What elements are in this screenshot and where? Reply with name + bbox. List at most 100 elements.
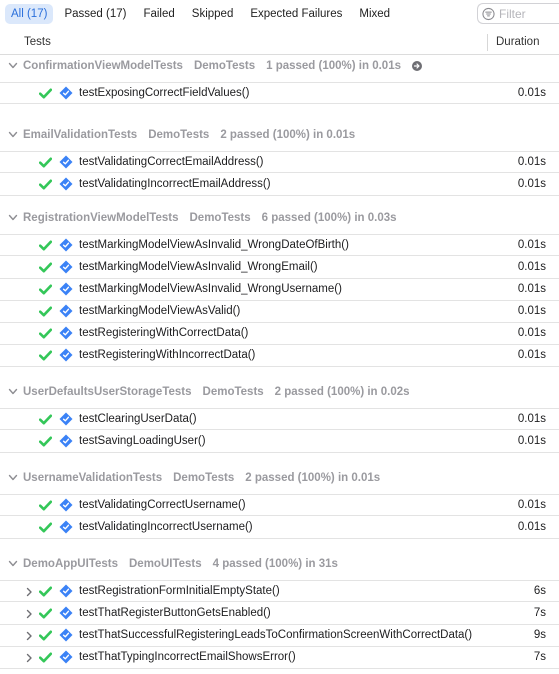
chevron-down-icon[interactable] <box>8 386 18 398</box>
jump-to-icon[interactable] <box>412 61 422 71</box>
chevron-right-icon[interactable] <box>24 652 34 664</box>
test-case-icon[interactable] <box>59 650 73 664</box>
filter-field[interactable] <box>477 3 559 24</box>
test-case-icon[interactable] <box>59 348 73 362</box>
test-case-icon[interactable] <box>59 520 73 534</box>
passed-check-icon <box>38 178 53 191</box>
passed-check-icon <box>38 156 53 169</box>
passed-check-icon <box>38 413 53 426</box>
test-row[interactable]: testRegisteringWithIncorrectData() 0.01s <box>0 345 559 367</box>
test-case-icon[interactable] <box>59 260 73 274</box>
test-case-icon[interactable] <box>59 304 73 318</box>
tab-expected-failures[interactable]: Expected Failures <box>244 4 348 24</box>
test-group-header[interactable]: RegistrationViewModelTests DemoTests 6 pas… <box>0 208 559 230</box>
column-divider[interactable] <box>487 34 488 51</box>
passed-check-icon <box>38 521 53 534</box>
test-row[interactable]: testValidatingCorrectEmailAddress() 0.01s <box>0 151 559 173</box>
test-name: testExposingCorrectFieldValues() <box>79 87 250 99</box>
test-case-icon[interactable] <box>59 282 73 296</box>
test-duration: 0.01s <box>517 305 546 317</box>
test-case-icon[interactable] <box>59 628 73 642</box>
test-name: testMarkingModelViewAsValid() <box>79 305 241 317</box>
filter-bar: All (17) Passed (17) Failed Skipped Expe… <box>0 0 559 28</box>
test-row[interactable]: testValidatingIncorrectUsername() 0.01s <box>0 517 559 539</box>
filter-icon <box>482 7 495 20</box>
test-row[interactable]: testMarkingModelViewAsValid() 0.01s <box>0 301 559 323</box>
test-group-header[interactable]: EmailValidationTests DemoTests 2 passed (1… <box>0 125 559 147</box>
test-name: testThatTypingIncorrectEmailShowsError() <box>79 651 296 663</box>
test-case-icon[interactable] <box>59 434 73 448</box>
test-name: testMarkingModelViewAsInvalid_WrongUsern… <box>79 283 342 295</box>
test-row[interactable]: testMarkingModelViewAsInvalid_WrongDateO… <box>0 234 559 256</box>
passed-check-icon <box>38 305 53 318</box>
test-group-title: EmailValidationTests DemoTests 2 passed (1… <box>23 129 355 141</box>
test-row[interactable]: testRegistrationFormInitialEmptyState() 6… <box>0 580 559 602</box>
test-row[interactable]: testThatTypingIncorrectEmailShowsError()… <box>0 647 559 669</box>
test-row[interactable]: testRegisteringWithCorrectData() 0.01s <box>0 323 559 345</box>
test-name: testRegistrationFormInitialEmptyState() <box>79 585 280 597</box>
chevron-right-icon[interactable] <box>24 630 34 642</box>
test-name: testThatRegisterButtonGetsEnabled() <box>79 607 271 619</box>
test-duration: 0.01s <box>517 261 546 273</box>
tab-all[interactable]: All (17) <box>5 4 54 24</box>
test-target-name: DemoTests <box>189 212 251 224</box>
tab-skipped[interactable]: Skipped <box>186 4 240 24</box>
passed-check-icon <box>38 261 53 274</box>
test-row[interactable]: testMarkingModelViewAsInvalid_WrongUsern… <box>0 279 559 301</box>
chevron-right-icon[interactable] <box>24 608 34 620</box>
test-row[interactable]: testSavingLoadingUser() 0.01s <box>0 431 559 453</box>
test-row[interactable]: testExposingCorrectFieldValues() 0.01s <box>0 82 559 104</box>
test-group-header[interactable]: DemoAppUITests DemoUITests 4 passed (100%)… <box>0 554 559 576</box>
test-case-icon[interactable] <box>59 326 73 340</box>
chevron-right-icon[interactable] <box>24 586 34 598</box>
test-case-icon[interactable] <box>59 584 73 598</box>
column-tests[interactable]: Tests <box>24 36 51 48</box>
test-row[interactable]: testMarkingModelViewAsInvalid_WrongEmail… <box>0 257 559 279</box>
test-row[interactable]: testThatSuccessfulRegisteringLeadsToConf… <box>0 625 559 647</box>
test-case-icon[interactable] <box>59 606 73 620</box>
test-group-header[interactable]: UserDefaultsUserStorageTests DemoTests 2 p… <box>0 382 559 404</box>
test-case-icon[interactable] <box>59 412 73 426</box>
test-row[interactable]: testThatRegisterButtonGetsEnabled() 7s <box>0 603 559 625</box>
test-name: testValidatingCorrectEmailAddress() <box>79 156 264 168</box>
test-target-name: DemoTests <box>193 60 256 72</box>
test-case-icon[interactable] <box>59 498 73 512</box>
test-group-summary: 4 passed (100%) in 31s <box>212 558 338 570</box>
test-case-icon[interactable] <box>59 177 73 191</box>
chevron-down-icon[interactable] <box>8 212 18 224</box>
test-duration: 7s <box>533 607 546 619</box>
passed-check-icon <box>38 651 53 664</box>
test-row[interactable]: testValidatingIncorrectEmailAddress() 0.0… <box>0 174 559 196</box>
test-duration: 6s <box>533 585 546 597</box>
chevron-down-icon[interactable] <box>8 558 18 570</box>
tab-passed[interactable]: Passed (17) <box>58 4 132 24</box>
tab-failed[interactable]: Failed <box>137 4 180 24</box>
chevron-down-icon[interactable] <box>8 129 18 141</box>
passed-check-icon <box>38 435 53 448</box>
test-duration: 0.01s <box>517 413 546 425</box>
filter-input[interactable] <box>499 6 559 21</box>
test-name: testValidatingIncorrectUsername() <box>79 521 253 533</box>
test-duration: 0.01s <box>517 521 546 533</box>
test-case-icon[interactable] <box>59 238 73 252</box>
passed-check-icon <box>38 327 53 340</box>
test-name: testValidatingIncorrectEmailAddress() <box>79 178 271 190</box>
passed-check-icon <box>38 283 53 296</box>
column-duration[interactable]: Duration <box>496 36 539 48</box>
test-case-icon[interactable] <box>59 86 73 100</box>
test-group-header[interactable]: ConfirmationViewModelTests DemoTests 1 pas… <box>0 56 559 78</box>
test-row[interactable]: testClearingUserData() 0.01s <box>0 408 559 430</box>
chevron-down-icon[interactable] <box>8 472 18 484</box>
test-name: testRegisteringWithCorrectData() <box>79 327 249 339</box>
test-row[interactable]: testValidatingCorrectUsername() 0.01s <box>0 494 559 516</box>
test-case-icon[interactable] <box>59 155 73 169</box>
test-group-header[interactable]: UsernameValidationTests DemoTests 2 passed… <box>0 468 559 490</box>
test-name: testClearingUserData() <box>79 413 197 425</box>
test-group-summary: 1 passed (100%) in 0.01s <box>266 60 401 72</box>
tab-mixed[interactable]: Mixed <box>353 4 396 24</box>
passed-check-icon <box>38 349 53 362</box>
test-duration: 7s <box>533 651 546 663</box>
test-target-name: DemoTests <box>148 129 210 141</box>
test-target-name: DemoTests <box>202 386 264 398</box>
chevron-down-icon[interactable] <box>8 60 18 72</box>
